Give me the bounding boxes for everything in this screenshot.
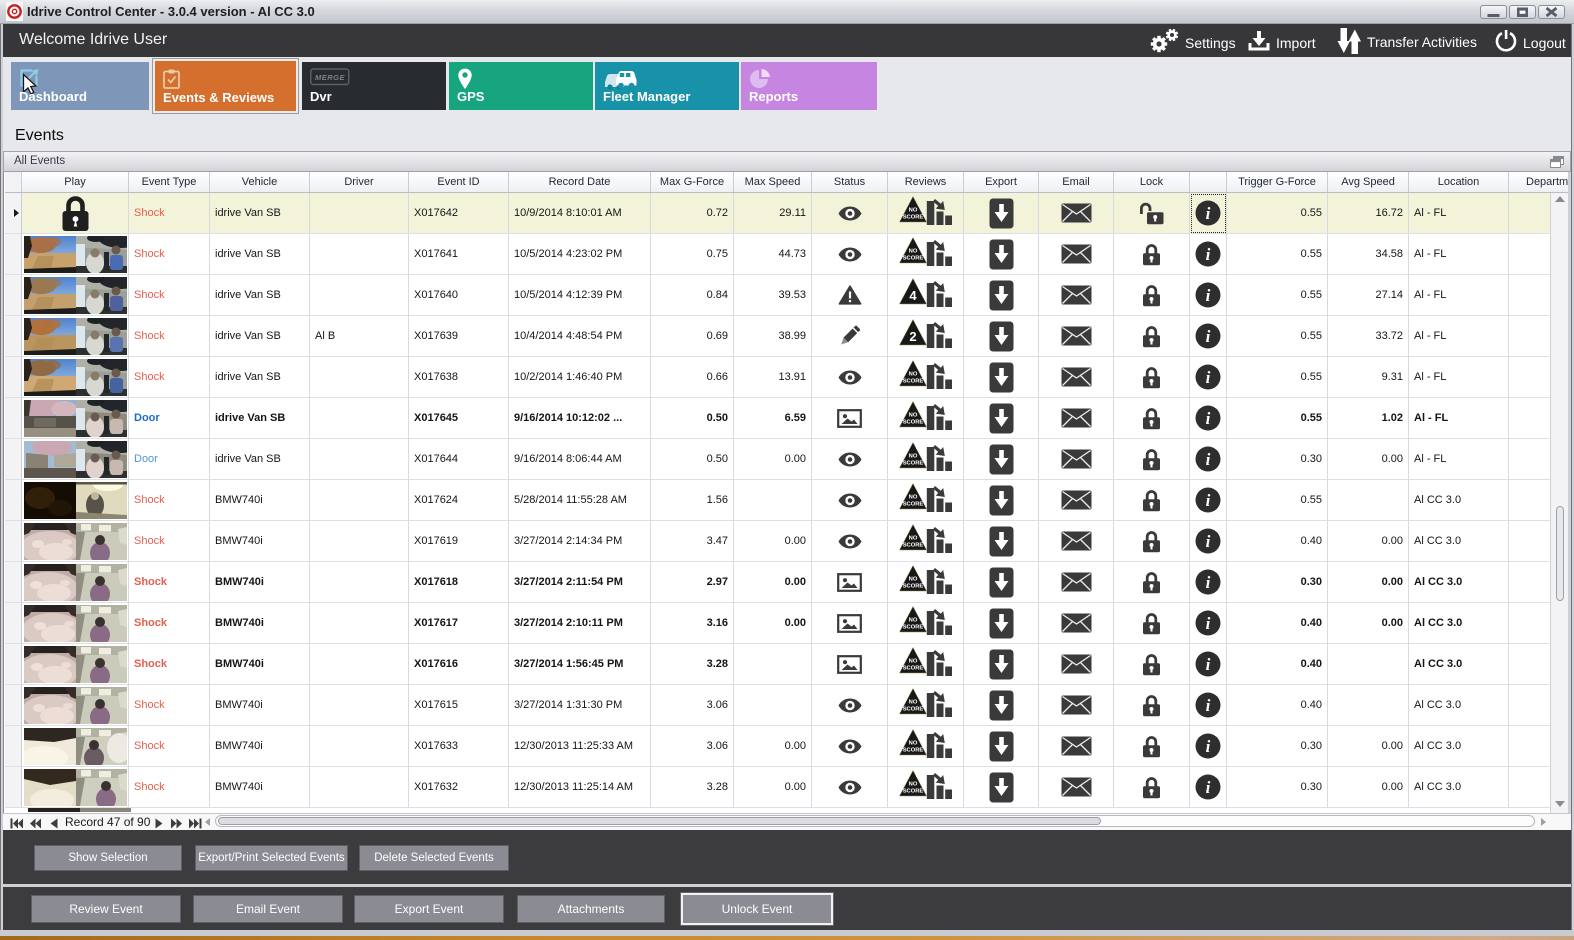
svg-text:SCORE: SCORE xyxy=(903,461,924,467)
svg-text:NO: NO xyxy=(909,454,918,460)
svg-text:SCORE: SCORE xyxy=(903,379,924,385)
svg-text:SCORE: SCORE xyxy=(903,584,924,590)
svg-text:MERGE: MERGE xyxy=(315,73,346,82)
svg-text:i: i xyxy=(1206,409,1211,428)
svg-text:i: i xyxy=(1206,450,1211,469)
svg-text:i: i xyxy=(1206,614,1211,633)
svg-text:i: i xyxy=(1206,573,1211,592)
svg-text:NO: NO xyxy=(909,413,918,419)
svg-text:SCORE: SCORE xyxy=(903,666,924,672)
svg-text:i: i xyxy=(1206,696,1211,715)
svg-text:SCORE: SCORE xyxy=(903,625,924,631)
svg-text:i: i xyxy=(1206,368,1211,387)
svg-text:i: i xyxy=(1206,245,1211,264)
svg-text:4: 4 xyxy=(909,288,917,303)
svg-text:NO: NO xyxy=(909,208,918,214)
svg-text:SCORE: SCORE xyxy=(903,543,924,549)
svg-text:NO: NO xyxy=(909,659,918,665)
svg-text:NO: NO xyxy=(909,495,918,501)
svg-text:2: 2 xyxy=(909,329,916,344)
svg-text:NO: NO xyxy=(909,782,918,788)
svg-text:NO: NO xyxy=(909,372,918,378)
svg-text:i: i xyxy=(1206,286,1211,305)
svg-text:i: i xyxy=(1206,491,1211,510)
svg-text:SCORE: SCORE xyxy=(903,420,924,426)
svg-text:i: i xyxy=(1206,327,1211,346)
svg-text:SCORE: SCORE xyxy=(903,748,924,754)
svg-text:i: i xyxy=(1206,778,1211,797)
svg-text:NO: NO xyxy=(909,577,918,583)
svg-text:i: i xyxy=(1206,737,1211,756)
svg-text:SCORE: SCORE xyxy=(903,707,924,713)
svg-text:i: i xyxy=(1206,655,1211,674)
svg-text:SCORE: SCORE xyxy=(903,789,924,795)
svg-text:NO: NO xyxy=(909,618,918,624)
svg-text:NO: NO xyxy=(909,536,918,542)
svg-text:SCORE: SCORE xyxy=(903,502,924,508)
svg-text:SCORE: SCORE xyxy=(903,215,924,221)
svg-text:NO: NO xyxy=(909,700,918,706)
svg-text:i: i xyxy=(1206,532,1211,551)
svg-text:NO: NO xyxy=(909,249,918,255)
svg-text:SCORE: SCORE xyxy=(903,256,924,262)
svg-text:NO: NO xyxy=(909,741,918,747)
svg-text:i: i xyxy=(1206,204,1211,223)
